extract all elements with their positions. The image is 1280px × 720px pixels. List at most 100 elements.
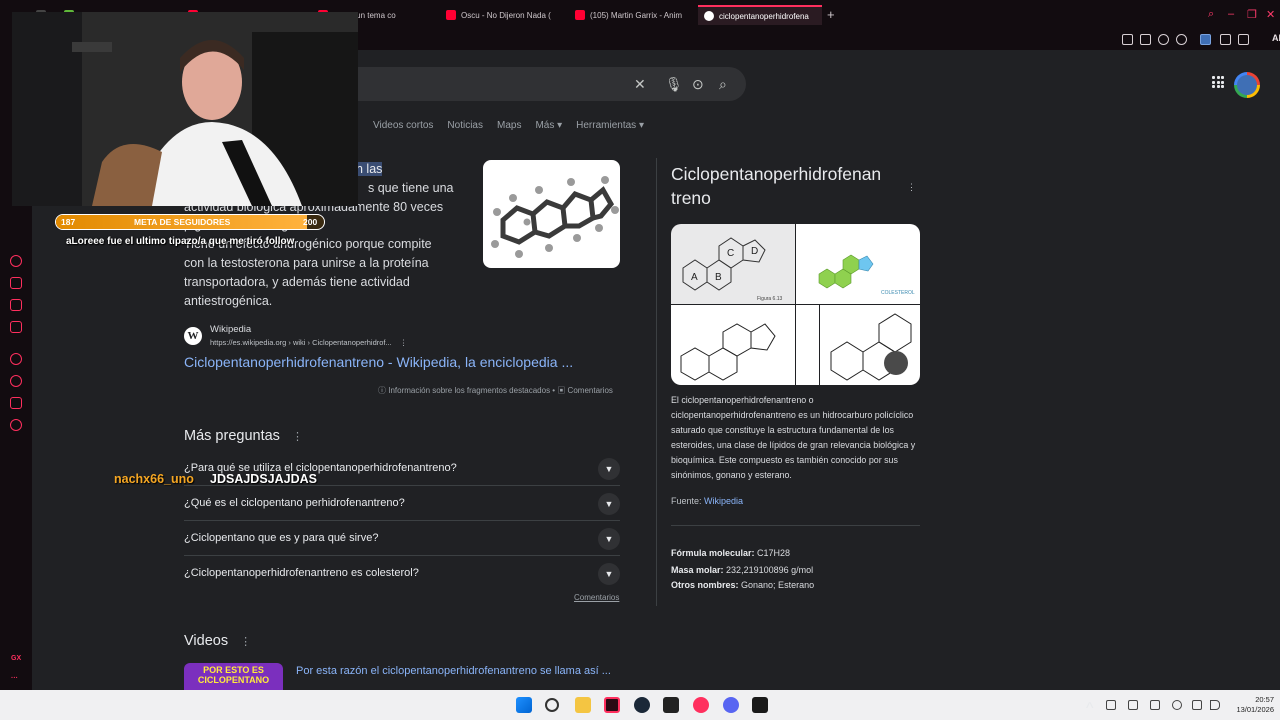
- extensions-icon[interactable]: [1238, 34, 1249, 45]
- clock-date: 13/01/2026: [1236, 705, 1274, 714]
- paa-question-text: ¿Qué es el ciclopentano perhidrofenantre…: [184, 497, 405, 509]
- tray-app-icon[interactable]: [1106, 700, 1116, 710]
- paa-question[interactable]: ¿Qué es el ciclopentano perhidrofenantre…: [184, 486, 620, 521]
- chevron-down-icon[interactable]: ▼: [598, 563, 620, 585]
- chevron-up-icon[interactable]: ^: [1086, 700, 1096, 717]
- knowledge-panel-source: Fuente: Wikipedia: [671, 496, 743, 506]
- sidebar-history-icon[interactable]: [10, 375, 22, 387]
- search-icon[interactable]: [545, 698, 559, 712]
- apps-grid-icon[interactable]: [1212, 76, 1224, 88]
- image-search-icon[interactable]: [884, 351, 908, 375]
- windows-start-icon[interactable]: [516, 697, 532, 713]
- filter-news[interactable]: Noticias: [447, 120, 483, 131]
- sidebar-player-icon[interactable]: [10, 353, 22, 365]
- wikipedia-icon: W: [184, 327, 202, 345]
- paa-question[interactable]: ¿Ciclopentano que es y para qué sirve? ▼: [184, 521, 620, 556]
- knowledge-panel-images[interactable]: A B C D Figura 6.13 COLESTEROL: [671, 224, 920, 385]
- molecule-image[interactable]: [483, 160, 620, 268]
- steam-icon[interactable]: [634, 697, 650, 713]
- ring-label-d: D: [751, 246, 758, 257]
- obs-icon[interactable]: [752, 697, 768, 713]
- snippet-result-link[interactable]: Ciclopentanoperhidrofenantreno - Wikiped…: [184, 354, 573, 370]
- fact-value: 232,219100896 g/mol: [726, 565, 814, 575]
- videos-heading-text: Videos: [184, 633, 229, 649]
- sidebar-settings-icon[interactable]: [10, 419, 22, 431]
- mic-icon[interactable]: 🎙: [665, 77, 683, 91]
- media-player-icon[interactable]: [693, 697, 709, 713]
- microphone-icon[interactable]: [1172, 700, 1182, 710]
- paa-feedback-link[interactable]: Comentarios: [574, 593, 619, 602]
- chevron-down-icon[interactable]: ▼: [598, 528, 620, 550]
- fact-molar-mass: Masa molar: 232,219100896 g/mol: [671, 565, 813, 575]
- knowledge-panel-more-icon[interactable]: ⋮: [907, 182, 916, 193]
- bookmark-icon[interactable]: [1122, 34, 1133, 45]
- chevron-down-icon[interactable]: ▼: [598, 493, 620, 515]
- minimize-icon[interactable]: –: [1228, 8, 1234, 20]
- search-icon[interactable]: ⌕: [719, 77, 727, 91]
- search-input[interactable]: ✕ 🎙 ⊙ ⌕: [332, 67, 746, 101]
- screenshot-icon[interactable]: [1140, 34, 1151, 45]
- sidebar-music-icon[interactable]: [10, 255, 22, 267]
- opera-gx-icon[interactable]: [604, 697, 620, 713]
- filter-more[interactable]: Más ▾: [535, 120, 562, 131]
- clock-time: 20:57: [1255, 695, 1274, 704]
- video-thumbnail[interactable]: POR ESTO ES CICLOPENTANO: [184, 663, 283, 690]
- clear-icon[interactable]: ✕: [634, 77, 646, 91]
- paa-question-text: ¿Ciclopentanoperhidrofenantreno es coles…: [184, 567, 419, 579]
- source-label: Fuente:: [671, 496, 702, 506]
- account-avatar[interactable]: [1234, 72, 1260, 98]
- tray-app-icon[interactable]: [1128, 700, 1138, 710]
- knowledge-panel-divider: [656, 158, 657, 606]
- webcam-overlay: [12, 12, 358, 206]
- cholesterol-label: COLESTEROL: [881, 290, 915, 296]
- videos-more-icon[interactable]: ⋮: [240, 636, 251, 648]
- epic-games-icon[interactable]: [663, 697, 679, 713]
- sidebar-chat-icon[interactable]: [10, 299, 22, 311]
- fact-molecular-formula: Fórmula molecular: C17H28: [671, 548, 790, 558]
- chevron-down-icon[interactable]: ▼: [598, 458, 620, 480]
- volume-icon[interactable]: [1210, 700, 1220, 710]
- discord-icon[interactable]: [723, 697, 739, 713]
- sidebar-extensions-icon[interactable]: [10, 397, 22, 409]
- filter-short-videos[interactable]: Videos cortos: [373, 120, 433, 131]
- maximize-icon[interactable]: ❐: [1247, 8, 1257, 21]
- figure-caption: Figura 6.13: [757, 296, 783, 302]
- filter-tools[interactable]: Herramientas ▾: [576, 120, 644, 131]
- paa-more-icon[interactable]: ⋮: [292, 431, 303, 443]
- tray-app-icon[interactable]: [1150, 700, 1160, 710]
- sidebar-bag-icon[interactable]: [10, 277, 22, 289]
- profile-icon[interactable]: [1200, 34, 1211, 45]
- new-tab-button[interactable]: +: [827, 7, 835, 22]
- youtube-icon: [446, 10, 456, 20]
- snippet-meta-links[interactable]: ⓘ Información sobre los fragmentos desta…: [378, 385, 613, 396]
- search-icon[interactable]: ⌕: [1208, 8, 1214, 21]
- monitor-icon[interactable]: [1192, 700, 1202, 710]
- screen: cimos un tema co Oscu - No Dijeron Nada …: [0, 0, 1280, 720]
- file-explorer-icon[interactable]: [575, 697, 591, 713]
- source-more-icon[interactable]: ⋮: [400, 338, 408, 347]
- search-filters: Videos cortos Noticias Maps Más ▾ Herram…: [373, 120, 644, 131]
- ring-label-a: A: [691, 272, 698, 283]
- close-window-icon[interactable]: ✕: [1266, 8, 1275, 21]
- paa-heading-text: Más preguntas: [184, 428, 280, 444]
- ai-button[interactable]: AI: [1272, 33, 1280, 43]
- molecule-model-graphic: [491, 176, 619, 258]
- download-icon[interactable]: [1220, 34, 1231, 45]
- fact-label: Otros nombres:: [671, 580, 739, 590]
- last-follower-text: aLoreee fue el ultimo tipazo/a que me ti…: [66, 236, 295, 247]
- taskbar-clock[interactable]: 20:57 13/01/2026: [1226, 695, 1274, 715]
- tab-5[interactable]: (105) Martin Garrix - Anim: [575, 5, 691, 25]
- tab-4[interactable]: Oscu - No Dijeron Nada (: [446, 5, 560, 25]
- sidebar-more-icon[interactable]: ···: [11, 675, 18, 682]
- filter-maps[interactable]: Maps: [497, 120, 521, 131]
- paa-question[interactable]: ¿Ciclopentanoperhidrofenantreno es coles…: [184, 556, 620, 591]
- tab-active-search[interactable]: ciclopentanoperhidrofena: [698, 5, 822, 25]
- video-title-link[interactable]: Por esta razón el ciclopentanoperhidrofe…: [296, 665, 611, 677]
- heart-icon[interactable]: [1176, 34, 1187, 45]
- snippet-line: antiestrogénica.: [184, 293, 273, 308]
- sidebar-media-icon[interactable]: [10, 321, 22, 333]
- source-link-wikipedia[interactable]: Wikipedia: [704, 496, 743, 506]
- gx-logo: GX: [11, 655, 22, 662]
- play-icon[interactable]: [1158, 34, 1169, 45]
- lens-icon[interactable]: ⊙: [692, 77, 704, 91]
